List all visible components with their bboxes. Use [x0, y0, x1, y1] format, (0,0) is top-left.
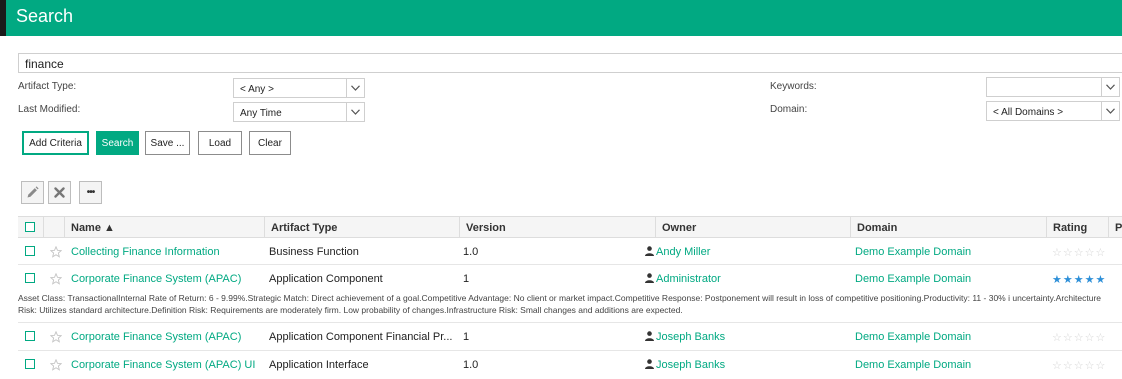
row-description: Asset Class: TransactionalInternal Rate … — [18, 293, 1101, 315]
save-button[interactable]: Save ... — [145, 131, 190, 155]
row-name-link[interactable]: Corporate Finance System (APAC) UI — [71, 359, 255, 371]
chevron-down-icon[interactable] — [1101, 102, 1119, 120]
edit-button[interactable] — [21, 181, 44, 204]
search-button[interactable]: Search — [96, 131, 139, 155]
row-checkbox[interactable] — [25, 273, 35, 283]
rating-stars[interactable]: ☆☆☆☆☆ — [1052, 359, 1106, 372]
select-all-checkbox[interactable] — [25, 222, 35, 232]
row-checkbox[interactable] — [25, 331, 35, 341]
row-owner-link[interactable]: Joseph Banks — [645, 331, 725, 343]
delete-button[interactable] — [48, 181, 71, 204]
keywords-label: Keywords: — [770, 81, 817, 92]
clear-button[interactable]: Clear — [249, 131, 291, 155]
last-modified-select[interactable]: Any Time — [233, 102, 365, 122]
user-icon — [645, 246, 654, 256]
row-version: 1.0 — [463, 246, 479, 258]
row-domain-link[interactable]: Demo Example Domain — [855, 359, 971, 371]
row-name-link[interactable]: Collecting Finance Information — [71, 246, 220, 258]
column-header-owner[interactable]: Owner — [655, 217, 850, 238]
favorite-star-icon[interactable] — [50, 273, 62, 285]
row-checkbox[interactable] — [25, 359, 35, 369]
pencil-icon — [27, 186, 39, 198]
last-modified-value: Any Time — [240, 108, 282, 119]
table-row[interactable]: Corporate Finance System (APAC) Applicat… — [18, 265, 1122, 323]
title-bar: Search — [0, 0, 1122, 36]
row-artifact-type: Application Interface — [269, 359, 369, 371]
column-header-version[interactable]: Version — [459, 217, 655, 238]
table-row[interactable]: Collecting Finance Information Business … — [18, 238, 1122, 265]
artifact-type-select[interactable]: < Any > — [233, 78, 365, 98]
last-modified-label: Last Modified: — [18, 104, 81, 115]
row-artifact-type: Application Component — [269, 273, 383, 285]
chevron-down-icon[interactable] — [346, 79, 364, 97]
domain-select[interactable]: < All Domains > — [986, 101, 1120, 121]
row-domain-link[interactable]: Demo Example Domain — [855, 273, 971, 285]
table-row[interactable]: Corporate Finance System (APAC) UI Appli… — [18, 351, 1122, 379]
column-header-p[interactable]: P — [1108, 217, 1122, 238]
row-artifact-type: Business Function — [269, 246, 359, 258]
load-button[interactable]: Load — [198, 131, 242, 155]
row-checkbox[interactable] — [25, 246, 35, 256]
column-header-name[interactable]: Name ▲ — [64, 217, 264, 238]
page-title: Search — [16, 6, 74, 26]
user-icon — [645, 331, 654, 341]
row-owner-link[interactable]: Administrator — [645, 273, 721, 285]
user-icon — [645, 273, 654, 283]
user-icon — [645, 359, 654, 369]
column-header-domain[interactable]: Domain — [850, 217, 1046, 238]
row-version: 1 — [463, 331, 470, 343]
table-row[interactable]: Corporate Finance System (APAC) Applicat… — [18, 323, 1122, 351]
favorite-star-icon[interactable] — [50, 246, 62, 258]
artifact-type-label: Artifact Type: — [18, 81, 77, 92]
chevron-down-icon[interactable] — [1101, 78, 1119, 96]
rating-stars[interactable]: ★★★★★ — [1052, 273, 1106, 286]
search-input[interactable]: finance — [18, 53, 1122, 73]
row-version: 1 — [463, 273, 470, 285]
chevron-down-icon[interactable] — [346, 103, 364, 121]
row-domain-link[interactable]: Demo Example Domain — [855, 331, 971, 343]
add-criteria-button[interactable]: Add Criteria — [22, 131, 89, 155]
close-icon — [54, 187, 65, 198]
domain-value: < All Domains > — [993, 107, 1064, 118]
row-owner-link[interactable]: Joseph Banks — [645, 359, 725, 371]
column-header-rating[interactable]: Rating — [1046, 217, 1108, 238]
favorite-star-icon[interactable] — [50, 331, 62, 343]
domain-label: Domain: — [770, 104, 808, 115]
rating-stars[interactable]: ☆☆☆☆☆ — [1052, 331, 1106, 344]
column-header-artifact-type[interactable]: Artifact Type — [264, 217, 459, 238]
row-owner-name: Administrator — [656, 273, 721, 285]
row-owner-name: Andy Miller — [656, 246, 711, 258]
row-name-link[interactable]: Corporate Finance System (APAC) — [71, 273, 241, 285]
row-artifact-type: Application Component Financial Pr... — [269, 331, 453, 343]
row-owner-link[interactable]: Andy Miller — [645, 246, 710, 258]
fav-column-header — [43, 217, 64, 238]
row-version: 1.0 — [463, 359, 479, 371]
row-owner-name: Joseph Banks — [656, 359, 726, 371]
grid-header: Name ▲ Artifact Type Version Owner Domai… — [18, 216, 1122, 238]
row-name-link[interactable]: Corporate Finance System (APAC) — [71, 331, 241, 343]
rating-stars[interactable]: ☆☆☆☆☆ — [1052, 246, 1106, 259]
artifact-type-value: < Any > — [240, 84, 274, 95]
row-domain-link[interactable]: Demo Example Domain — [855, 246, 971, 258]
keywords-input[interactable] — [986, 77, 1120, 97]
more-button[interactable]: ••• — [79, 181, 102, 204]
favorite-star-icon[interactable] — [50, 359, 62, 371]
row-owner-name: Joseph Banks — [656, 331, 726, 343]
